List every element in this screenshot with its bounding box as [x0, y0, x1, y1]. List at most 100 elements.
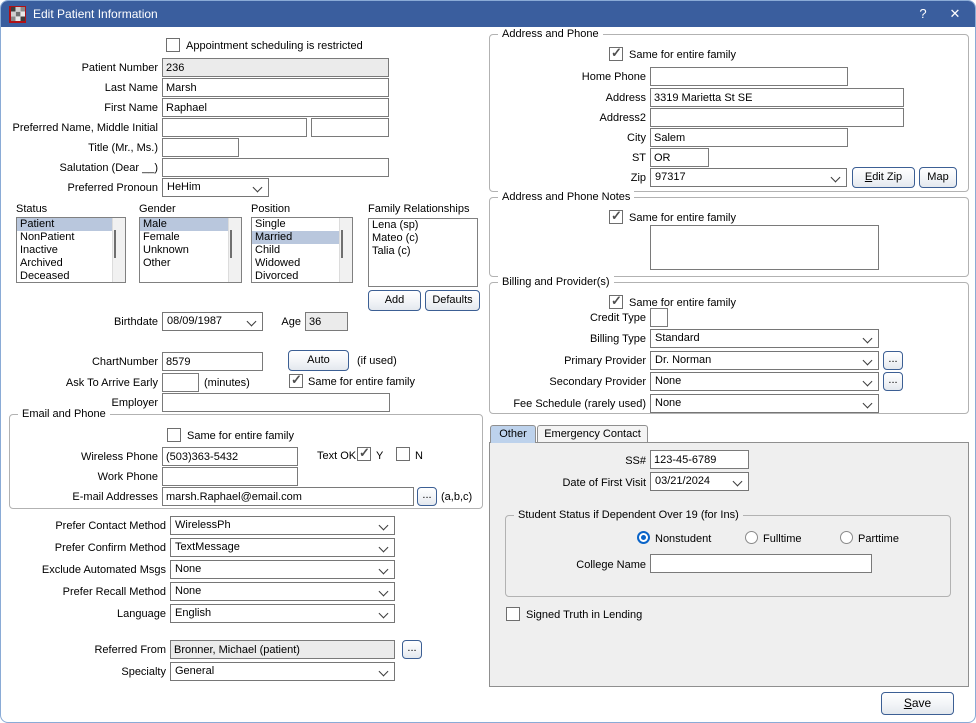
prefer-contact-method-combo[interactable]: WirelessPh	[170, 516, 395, 535]
list-item[interactable]: Archived	[17, 257, 125, 270]
specialty-label: Specialty	[1, 665, 166, 679]
list-item[interactable]: Talia (c)	[369, 245, 477, 258]
address-phone-notes-group-title: Address and Phone Notes	[498, 190, 634, 204]
salutation-field[interactable]	[162, 158, 389, 177]
list-item[interactable]: Married	[252, 231, 352, 244]
prefer-confirm-method-combo[interactable]: TextMessage	[170, 538, 395, 557]
list-item[interactable]: Inactive	[17, 244, 125, 257]
home-phone-field[interactable]	[650, 67, 848, 86]
defaults-button[interactable]: Defaults	[425, 290, 480, 311]
billing-same-family-checkbox[interactable]: ✓	[609, 295, 623, 309]
auto-button[interactable]: Auto	[288, 350, 349, 371]
status-listbox[interactable]: Patient NonPatient Inactive Archived Dec…	[16, 217, 126, 283]
list-item[interactable]: Other	[140, 257, 241, 270]
scrollbar[interactable]	[112, 218, 125, 282]
employer-field[interactable]	[162, 393, 390, 412]
list-item[interactable]: Divorced	[252, 270, 352, 283]
billing-type-combo[interactable]: Standard	[650, 329, 879, 348]
preferred-pronoun-combo[interactable]: HeHim	[162, 178, 269, 197]
list-item[interactable]: Child	[252, 244, 352, 257]
arrive-early-field[interactable]	[162, 373, 199, 392]
scrollbar-thumb[interactable]	[341, 230, 343, 258]
primary-provider-more-button[interactable]: ...	[883, 351, 903, 370]
notes-same-family-checkbox[interactable]: ✓	[609, 210, 623, 224]
family-relationships-listbox[interactable]: Lena (sp) Mateo (c) Talia (c)	[368, 218, 478, 287]
list-item[interactable]: Deceased	[17, 270, 125, 283]
college-name-field[interactable]	[650, 554, 872, 573]
list-item[interactable]: Widowed	[252, 257, 352, 270]
map-button[interactable]: Map	[919, 167, 957, 188]
list-item[interactable]: Single	[252, 218, 352, 231]
city-field[interactable]	[650, 128, 848, 147]
address-phone-notes-textarea[interactable]	[650, 225, 879, 270]
credit-type-label: Credit Type	[485, 311, 646, 325]
check-icon: ✓	[359, 445, 370, 461]
arrive-early-label: Ask To Arrive Early	[1, 376, 158, 390]
close-button[interactable]: ✕	[943, 5, 967, 23]
fee-schedule-combo[interactable]: None	[650, 394, 879, 413]
primary-provider-combo[interactable]: Dr. Norman	[650, 351, 879, 370]
zip-combo[interactable]: 97317	[650, 168, 847, 187]
state-field[interactable]	[650, 148, 709, 167]
title-field[interactable]	[162, 138, 239, 157]
first-name-field[interactable]	[162, 98, 389, 117]
last-name-field[interactable]	[162, 78, 389, 97]
ssn-field[interactable]	[650, 450, 749, 469]
email-addresses-field[interactable]	[162, 487, 414, 506]
list-item[interactable]: Patient	[17, 218, 125, 231]
gender-listbox[interactable]: Male Female Unknown Other	[139, 217, 242, 283]
fulltime-radio[interactable]	[745, 531, 758, 544]
scrollbar[interactable]	[339, 218, 352, 282]
scrollbar-thumb[interactable]	[230, 230, 232, 258]
parttime-radio[interactable]	[840, 531, 853, 544]
chevron-down-icon	[379, 543, 389, 553]
fulltime-label: Fulltime	[763, 532, 802, 546]
list-item[interactable]: NonPatient	[17, 231, 125, 244]
save-button[interactable]: Save	[881, 692, 954, 715]
edit-zip-button[interactable]: Edit Zip	[852, 167, 915, 188]
appointment-restricted-checkbox[interactable]	[166, 38, 180, 52]
arrive-early-same-family-checkbox[interactable]: ✓	[289, 374, 303, 388]
email-phone-same-family-checkbox[interactable]	[167, 428, 181, 442]
position-listbox[interactable]: Single Married Child Widowed Divorced	[251, 217, 353, 283]
scrollbar-thumb[interactable]	[114, 230, 116, 258]
list-item[interactable]: Male	[140, 218, 241, 231]
add-button[interactable]: Add	[368, 290, 421, 311]
address-field[interactable]	[650, 88, 904, 107]
text-ok-no-checkbox[interactable]	[396, 447, 410, 461]
titlebar: Edit Patient Information ? ✕	[1, 1, 975, 27]
credit-type-field[interactable]	[650, 308, 668, 327]
list-item[interactable]: Lena (sp)	[369, 219, 477, 232]
work-phone-field[interactable]	[162, 467, 298, 486]
list-item[interactable]: Mateo (c)	[369, 232, 477, 245]
tab-other[interactable]: Other	[490, 425, 536, 443]
list-item[interactable]: Female	[140, 231, 241, 244]
wireless-phone-field[interactable]	[162, 447, 298, 466]
state-label: ST	[485, 151, 646, 165]
prefer-recall-method-combo[interactable]: None	[170, 582, 395, 601]
help-button[interactable]: ?	[911, 5, 935, 23]
specialty-combo[interactable]: General	[170, 662, 395, 681]
home-phone-label: Home Phone	[485, 70, 646, 84]
text-ok-yes-checkbox[interactable]: ✓	[357, 447, 371, 461]
language-combo[interactable]: English	[170, 604, 395, 623]
address2-field[interactable]	[650, 108, 904, 127]
position-label: Position	[251, 202, 290, 216]
chart-number-field[interactable]	[162, 352, 263, 371]
signed-truth-in-lending-checkbox[interactable]	[506, 607, 520, 621]
work-phone-label: Work Phone	[1, 470, 158, 484]
address-same-family-checkbox[interactable]: ✓	[609, 47, 623, 61]
exclude-automated-msgs-combo[interactable]: None	[170, 560, 395, 579]
list-item[interactable]: Unknown	[140, 244, 241, 257]
referred-from-more-button[interactable]: ...	[402, 640, 422, 659]
minutes-hint: (minutes)	[204, 376, 250, 390]
email-more-button[interactable]: ...	[417, 487, 437, 506]
middle-initial-field[interactable]	[311, 118, 389, 137]
secondary-provider-combo[interactable]: None	[650, 372, 879, 391]
nonstudent-radio[interactable]	[637, 531, 650, 544]
date-of-first-visit-combo[interactable]: 03/21/2024	[650, 472, 749, 491]
scrollbar[interactable]	[228, 218, 241, 282]
preferred-name-field[interactable]	[162, 118, 307, 137]
secondary-provider-more-button[interactable]: ...	[883, 372, 903, 391]
tab-emergency-contact[interactable]: Emergency Contact	[537, 425, 648, 443]
